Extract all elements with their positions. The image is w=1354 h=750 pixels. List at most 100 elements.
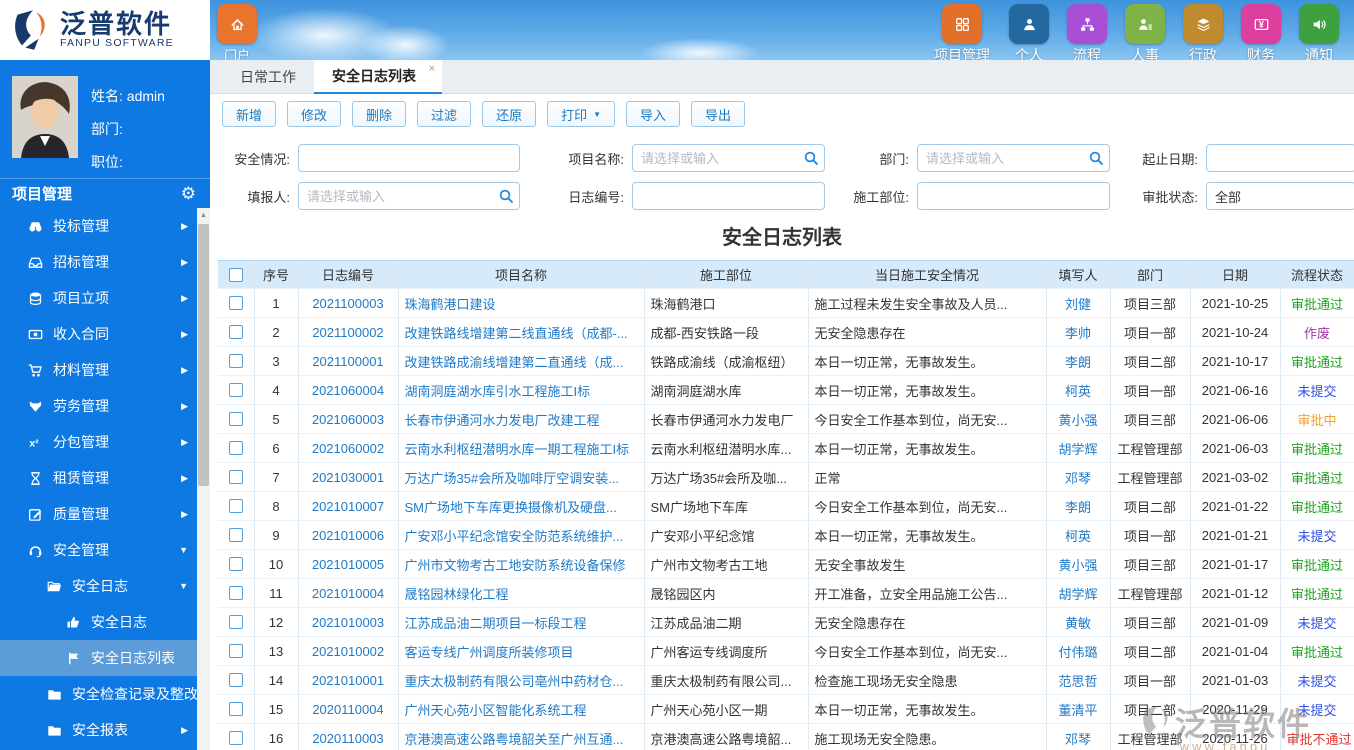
- row-checkbox[interactable]: [228, 412, 243, 426]
- row-checkbox[interactable]: [228, 470, 243, 484]
- project-link[interactable]: 广州天心苑小区智能化系统工程: [397, 694, 645, 724]
- top-nav-item[interactable]: 项目管理: [924, 4, 1000, 65]
- filter-input[interactable]: [632, 144, 825, 172]
- tab-安全日志列表[interactable]: 安全日志列表 ×: [314, 60, 442, 94]
- log-no-link[interactable]: 2021100001: [297, 346, 399, 376]
- tab-日常工作[interactable]: 日常工作: [222, 60, 314, 94]
- top-nav-item[interactable]: 流程: [1058, 4, 1116, 65]
- project-link[interactable]: 晟铭园林绿化工程: [397, 578, 645, 608]
- toolbar-button-修改[interactable]: 修改: [287, 101, 342, 127]
- row-checkbox[interactable]: [228, 499, 243, 513]
- project-link[interactable]: 珠海鹤港口建设: [397, 288, 645, 318]
- writer-link[interactable]: 胡学辉: [1045, 433, 1111, 463]
- row-checkbox[interactable]: [228, 557, 243, 571]
- top-nav-item[interactable]: 人事: [1116, 4, 1174, 65]
- row-checkbox[interactable]: [228, 325, 243, 339]
- project-link[interactable]: 重庆太极制药有限公司亳州中药材仓...: [397, 665, 645, 695]
- sidebar-item-安全日志列表[interactable]: 安全日志列表: [0, 640, 210, 676]
- log-no-link[interactable]: 2021100003: [297, 288, 399, 318]
- sidebar-item-安全日志[interactable]: 安全日志 ▼: [0, 568, 210, 604]
- log-no-link[interactable]: 2021010005: [297, 549, 399, 579]
- filter-input[interactable]: [1206, 144, 1354, 172]
- top-nav-item[interactable]: 通知: [1290, 4, 1348, 65]
- sidebar-item-安全管理[interactable]: 安全管理 ▼: [0, 532, 210, 568]
- approval-status-select[interactable]: [1206, 182, 1354, 210]
- row-checkbox[interactable]: [228, 383, 243, 397]
- sidebar-item-收入合同[interactable]: 收入合同 ▶: [0, 316, 210, 352]
- project-link[interactable]: 广州市文物考古工地安防系统设备保修: [397, 549, 645, 579]
- filter-input[interactable]: [298, 144, 520, 172]
- sidebar-item-质量管理[interactable]: 质量管理 ▶: [0, 496, 210, 532]
- project-link[interactable]: 湖南洞庭湖水库引水工程施工I标: [397, 375, 645, 405]
- project-link[interactable]: 广安邓小平纪念馆安全防范系统维护...: [397, 520, 645, 550]
- log-no-link[interactable]: 2020110004: [297, 694, 399, 724]
- toolbar-button-新增[interactable]: 新增: [222, 101, 277, 127]
- sidebar-item-安全日志[interactable]: 安全日志: [0, 604, 210, 640]
- project-link[interactable]: 云南水利枢纽潜明水库一期工程施工I标: [397, 433, 645, 463]
- sidebar-item-投标管理[interactable]: 投标管理 ▶: [0, 208, 210, 244]
- log-no-link[interactable]: 2021060002: [297, 433, 399, 463]
- toolbar-button-还原[interactable]: 还原: [482, 101, 537, 127]
- writer-link[interactable]: 胡学辉: [1045, 578, 1111, 608]
- filter-input[interactable]: [917, 144, 1110, 172]
- writer-link[interactable]: 邓琴: [1045, 462, 1111, 492]
- row-checkbox[interactable]: [228, 354, 243, 368]
- gear-icon[interactable]: ⚙: [181, 184, 196, 204]
- writer-link[interactable]: 邓琴: [1045, 723, 1111, 750]
- project-link[interactable]: 万达广场35#会所及咖啡厅空调安装...: [397, 462, 645, 492]
- row-checkbox[interactable]: [228, 441, 243, 455]
- search-icon[interactable]: [498, 188, 514, 204]
- top-nav-item[interactable]: ¥ 财务: [1232, 4, 1290, 65]
- writer-link[interactable]: 付伟璐: [1045, 636, 1111, 666]
- log-no-link[interactable]: 2021010001: [297, 665, 399, 695]
- log-no-link[interactable]: 2021010006: [297, 520, 399, 550]
- search-icon[interactable]: [803, 150, 819, 166]
- sidebar-item-安全报表[interactable]: 安全报表 ▶: [0, 712, 210, 748]
- select-all-checkbox[interactable]: [228, 267, 243, 282]
- writer-link[interactable]: 范思哲: [1045, 665, 1111, 695]
- row-checkbox[interactable]: [228, 673, 243, 687]
- filter-input[interactable]: [917, 182, 1110, 210]
- log-no-link[interactable]: 2021010004: [297, 578, 399, 608]
- log-no-link[interactable]: 2021030001: [297, 462, 399, 492]
- project-link[interactable]: SM广场地下车库更换摄像机及硬盘...: [397, 491, 645, 521]
- top-nav-item[interactable]: 行政: [1174, 4, 1232, 65]
- log-no-link[interactable]: 2021010007: [297, 491, 399, 521]
- top-nav-item[interactable]: 个人: [1000, 4, 1058, 65]
- project-link[interactable]: 京港澳高速公路粤境韶关至广州互通...: [397, 723, 645, 750]
- sidebar-item-分包管理[interactable]: x² 分包管理 ▶: [0, 424, 210, 460]
- filter-input[interactable]: [298, 182, 520, 210]
- row-checkbox[interactable]: [228, 644, 243, 658]
- close-icon[interactable]: ×: [429, 63, 435, 75]
- row-checkbox[interactable]: [228, 296, 243, 310]
- row-checkbox[interactable]: [228, 731, 243, 745]
- project-link[interactable]: 江苏成品油二期项目一标段工程: [397, 607, 645, 637]
- writer-link[interactable]: 柯英: [1045, 520, 1111, 550]
- log-no-link[interactable]: 2021100002: [297, 317, 399, 347]
- sidebar-scrollbar[interactable]: ▲: [197, 208, 210, 750]
- scrollbar-thumb[interactable]: [198, 224, 209, 486]
- toolbar-button-过滤[interactable]: 过滤: [417, 101, 472, 127]
- project-link[interactable]: 长春市伊通河水力发电厂改建工程: [397, 404, 645, 434]
- filter-input[interactable]: [632, 182, 825, 210]
- log-no-link[interactable]: 2020110003: [297, 723, 399, 750]
- project-link[interactable]: 改建铁路成渝线增建第二直通线（成...: [397, 346, 645, 376]
- search-icon[interactable]: [1088, 150, 1104, 166]
- toolbar-button-导入[interactable]: 导入: [626, 101, 681, 127]
- log-no-link[interactable]: 2021060004: [297, 375, 399, 405]
- sidebar-item-项目立项[interactable]: 项目立项 ▶: [0, 280, 210, 316]
- writer-link[interactable]: 黄小强: [1045, 404, 1111, 434]
- writer-link[interactable]: 黄敏: [1045, 607, 1111, 637]
- toolbar-button-删除[interactable]: 删除: [352, 101, 407, 127]
- sidebar-item-安全检查记录及整改[interactable]: 安全检查记录及整改: [0, 676, 210, 712]
- writer-link[interactable]: 李帅: [1045, 317, 1111, 347]
- sidebar-item-招标管理[interactable]: 招标管理 ▶: [0, 244, 210, 280]
- writer-link[interactable]: 柯英: [1045, 375, 1111, 405]
- project-link[interactable]: 客运专线广州调度所装修项目: [397, 636, 645, 666]
- project-link[interactable]: 改建铁路线增建第二线直通线（成都-...: [397, 317, 645, 347]
- row-checkbox[interactable]: [228, 528, 243, 542]
- sidebar-item-租赁管理[interactable]: 租赁管理 ▶: [0, 460, 210, 496]
- writer-link[interactable]: 黄小强: [1045, 549, 1111, 579]
- row-checkbox[interactable]: [228, 586, 243, 600]
- writer-link[interactable]: 李朗: [1045, 491, 1111, 521]
